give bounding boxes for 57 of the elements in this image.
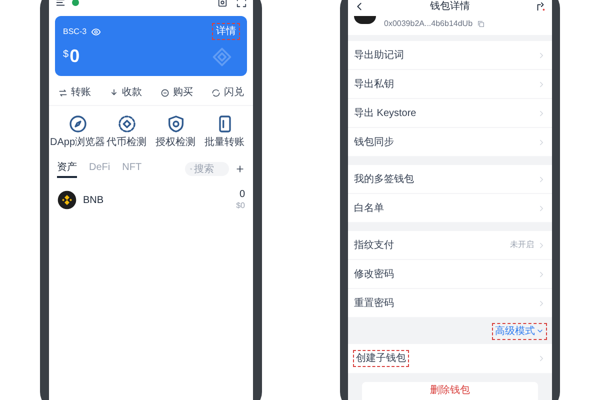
details-link[interactable]: 详情 <box>213 24 239 39</box>
balance-amount: 0 <box>70 47 80 65</box>
buy-icon <box>160 88 170 98</box>
asset-row[interactable]: BNB 0 $0 <box>49 188 253 212</box>
avatar <box>354 16 376 24</box>
settings-row[interactable]: 创建子钱包 <box>348 344 552 374</box>
chevron-right-icon <box>537 80 546 88</box>
action-button[interactable]: 转账 <box>58 85 91 100</box>
setting-value: 未开启 <box>510 239 534 251</box>
settings-row[interactable]: 白名单 <box>348 194 552 223</box>
action-button[interactable]: 收款 <box>109 85 142 100</box>
swap-icon <box>211 88 221 98</box>
chevron-right-icon <box>537 50 546 60</box>
chevron-right-icon <box>537 240 546 250</box>
network-name: BSC-3 <box>63 26 87 38</box>
asset-tab[interactable]: 资产 <box>57 160 77 178</box>
wallet-address: 0x0039b2A...4b6b14dUb <box>384 18 473 30</box>
share-icon <box>535 0 546 12</box>
delete-wallet-button[interactable]: 删除钱包 <box>362 382 538 400</box>
chevron-right-icon <box>537 354 546 363</box>
diamond-logo-icon <box>211 46 233 68</box>
action-button[interactable]: 购买 <box>160 85 193 100</box>
settings-row[interactable]: 钱包同步 <box>348 128 552 157</box>
receive-icon <box>109 88 119 98</box>
chevron-down-icon <box>536 327 544 335</box>
coin-icon <box>57 190 77 210</box>
token-icon <box>116 114 136 134</box>
asset-value: $0 <box>236 202 245 210</box>
settings-row[interactable]: 导出 Keystore <box>348 99 552 128</box>
page-title: 钱包详情 <box>430 0 470 14</box>
chevron-right-icon <box>537 174 546 184</box>
tool-button[interactable]: 批量转账 <box>200 114 249 148</box>
search-field[interactable]: 搜索 <box>185 162 229 176</box>
chevron-right-icon <box>537 138 546 146</box>
shield-icon <box>166 114 186 134</box>
asset-amount: 0 <box>239 190 245 200</box>
chevron-right-icon <box>537 108 546 118</box>
settings-row[interactable]: 指纹支付 未开启 <box>348 231 552 260</box>
copy-icon <box>476 20 485 28</box>
settings-row[interactable]: 修改密码 <box>348 260 552 289</box>
settings-row[interactable]: 重置密码 <box>348 289 552 318</box>
action-button[interactable]: 闪兑 <box>211 85 244 100</box>
tool-button[interactable]: 授权检测 <box>151 114 200 148</box>
eye-icon <box>90 26 101 36</box>
settings-row[interactable]: 导出助记词 <box>348 41 552 70</box>
asset-symbol: BNB <box>83 194 104 208</box>
chevron-right-icon <box>537 204 546 212</box>
add-icon <box>235 164 245 174</box>
settings-row[interactable]: 导出私钥 <box>348 70 552 99</box>
settings-row[interactable]: 我的多签钱包 <box>348 165 552 194</box>
compass-icon <box>68 114 88 134</box>
chevron-right-icon <box>537 270 546 278</box>
advanced-mode-toggle[interactable]: 高级模式 <box>493 324 546 338</box>
currency-symbol: $ <box>63 48 69 62</box>
chevron-right-icon <box>537 298 546 308</box>
transfer-icon <box>58 88 68 98</box>
tool-button[interactable]: DApp浏览器 <box>53 114 102 148</box>
